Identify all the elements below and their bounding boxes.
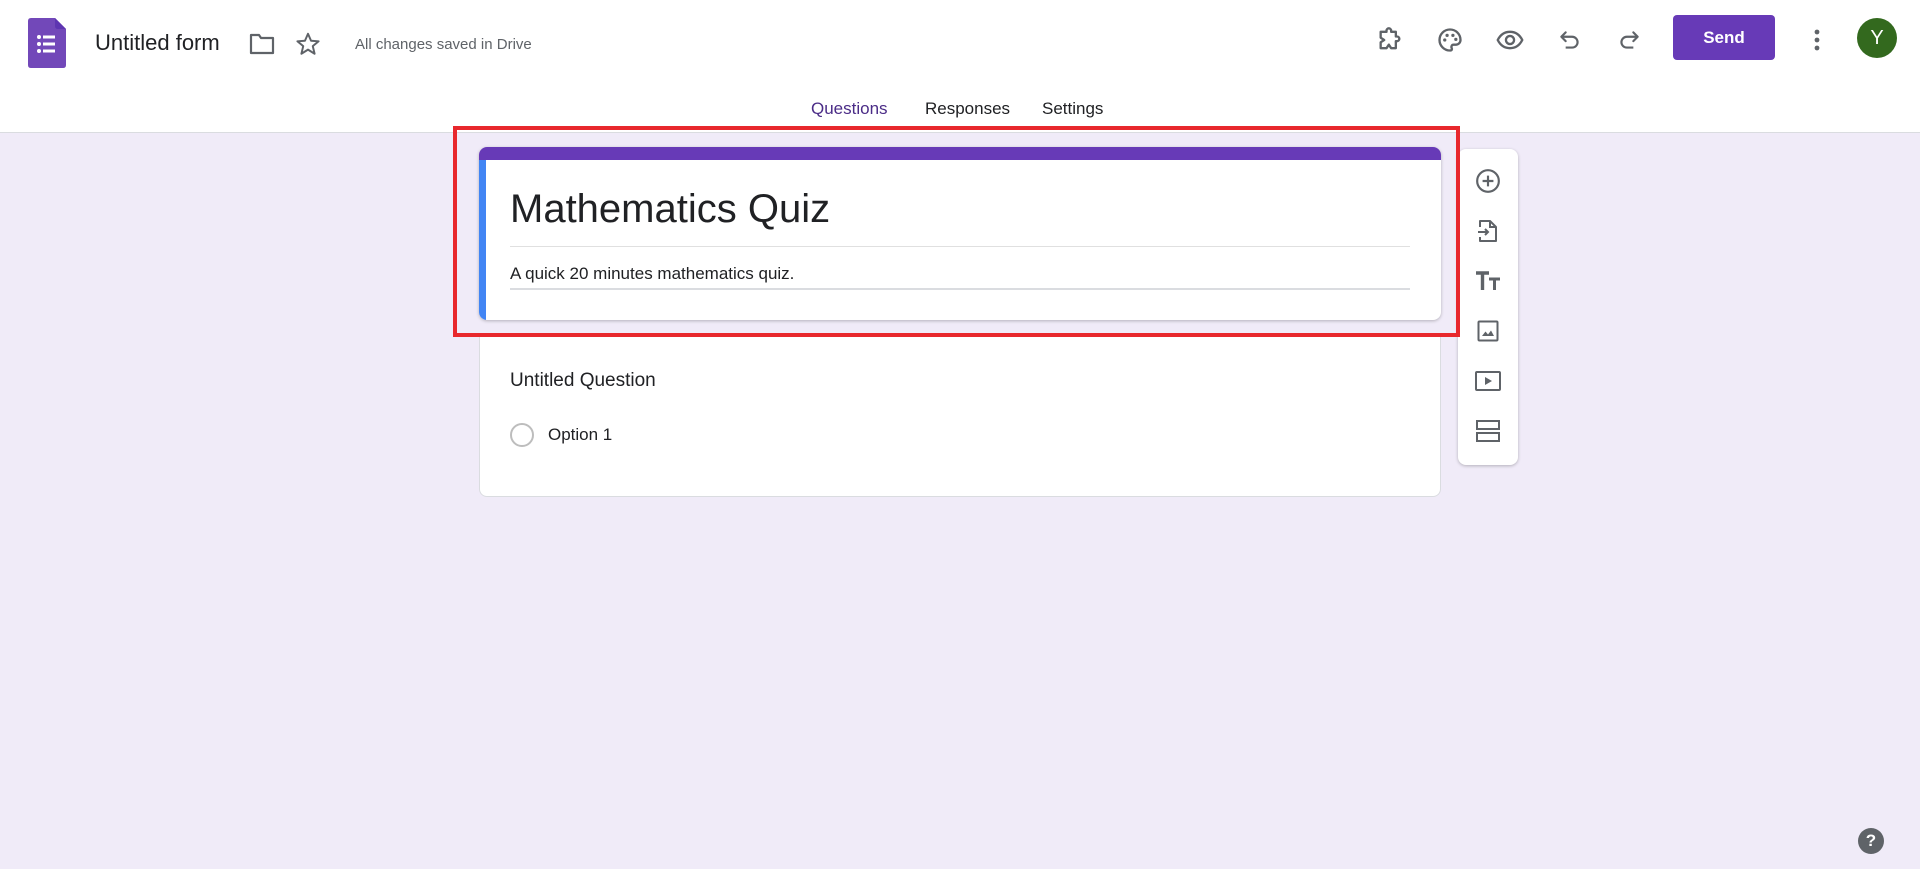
add-circle-icon[interactable]	[1468, 161, 1508, 201]
question-card[interactable]: Untitled Question Option 1	[479, 333, 1441, 497]
title-divider	[510, 246, 1410, 247]
tab-settings[interactable]: Settings	[1042, 99, 1103, 133]
avatar[interactable]: Y	[1857, 18, 1897, 58]
more-vert-icon[interactable]	[1797, 20, 1837, 60]
floating-toolbar	[1458, 149, 1518, 465]
video-icon[interactable]	[1468, 361, 1508, 401]
redo-icon[interactable]	[1609, 20, 1649, 60]
document-title[interactable]: Untitled form	[95, 30, 220, 56]
theme-color-band	[479, 147, 1441, 160]
preview-eye-icon[interactable]	[1490, 20, 1530, 60]
addon-icon[interactable]	[1370, 20, 1410, 60]
undo-icon[interactable]	[1550, 20, 1590, 60]
star-icon[interactable]	[292, 28, 324, 60]
active-tab-indicator	[799, 126, 907, 130]
form-description-input[interactable]: A quick 20 minutes mathematics quiz.	[510, 264, 794, 284]
form-title-card[interactable]: Mathematics Quiz A quick 20 minutes math…	[479, 147, 1441, 320]
tab-bar: Questions Responses Settings	[0, 95, 1920, 133]
palette-icon[interactable]	[1430, 20, 1470, 60]
tab-responses[interactable]: Responses	[925, 99, 1010, 133]
send-button[interactable]: Send	[1673, 15, 1775, 60]
help-icon[interactable]: ?	[1858, 828, 1884, 854]
folder-icon[interactable]	[246, 28, 278, 60]
top-bar: Untitled form All changes saved in Drive…	[0, 0, 1920, 133]
focus-indicator	[479, 160, 486, 320]
google-forms-icon[interactable]	[28, 18, 66, 68]
form-title-input[interactable]: Mathematics Quiz	[510, 187, 830, 232]
save-status: All changes saved in Drive	[355, 36, 532, 53]
question-title[interactable]: Untitled Question	[510, 370, 656, 392]
description-underline	[510, 288, 1410, 290]
option-label: Option 1	[548, 425, 613, 444]
title-text-icon[interactable]	[1468, 261, 1508, 301]
import-question-icon[interactable]	[1468, 211, 1508, 251]
section-icon[interactable]	[1468, 411, 1508, 451]
option-item[interactable]: Option 1	[510, 423, 612, 447]
image-icon[interactable]	[1468, 311, 1508, 351]
radio-button[interactable]	[510, 423, 534, 447]
